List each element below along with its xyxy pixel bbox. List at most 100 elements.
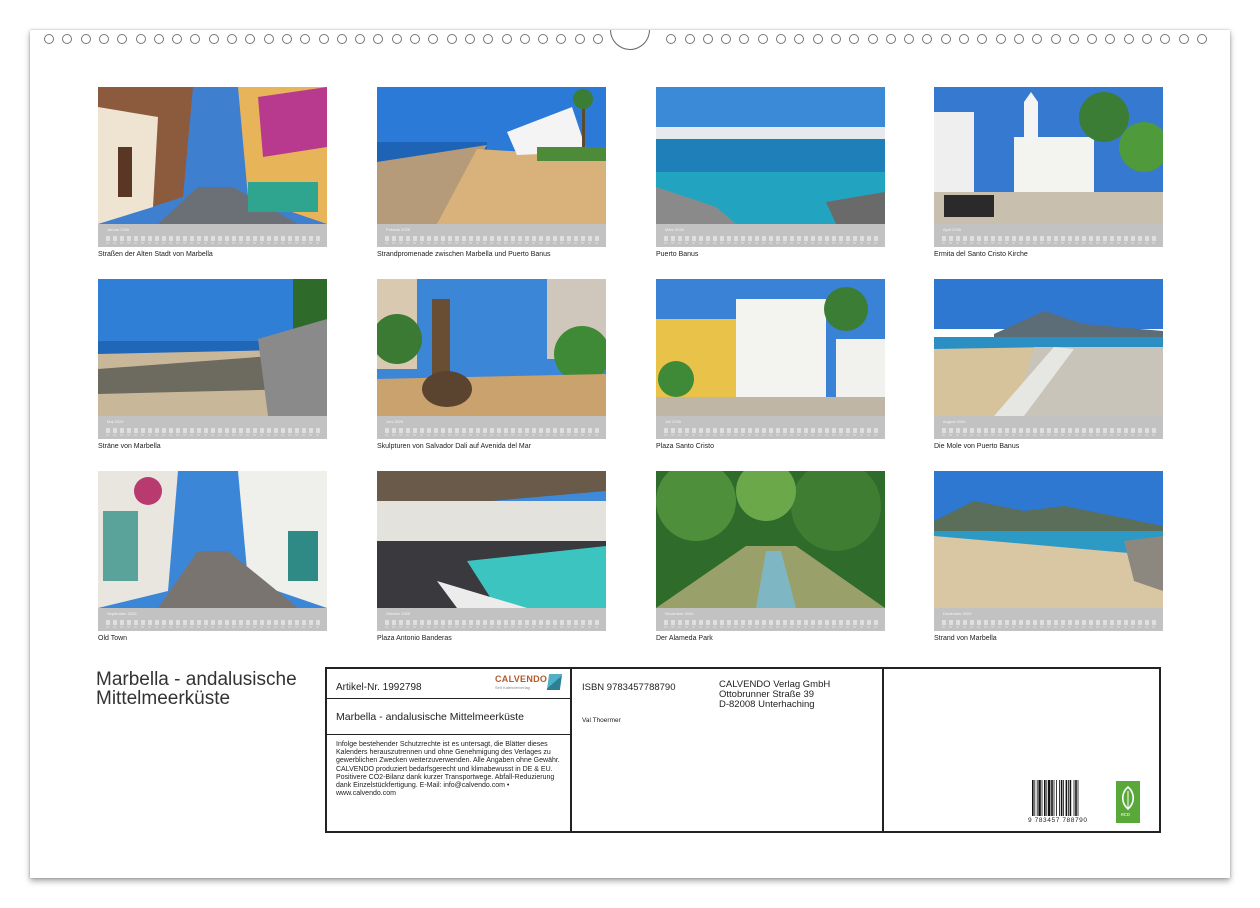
- binding-hole: [245, 34, 256, 44]
- publisher-address: CALVENDO Verlag GmbH Ottobrunner Straße …: [719, 679, 831, 711]
- photo-promenade: [377, 87, 606, 224]
- binding-hole: [959, 34, 969, 44]
- article-number: Artikel-Nr. 1992798: [336, 682, 422, 693]
- binding-hole: [190, 34, 201, 44]
- month-label: November 2026: [665, 611, 694, 616]
- binding-hole: [666, 34, 677, 44]
- month-thumbnail: Dezember 2026 Strand von Marbella: [934, 471, 1163, 642]
- binding-hole: [1032, 34, 1043, 44]
- binding-hole: [153, 34, 164, 44]
- photo-old-town-alley: [98, 471, 327, 608]
- photo-caption: Skulpturen von Salvador Dali auf Avenida…: [377, 443, 531, 450]
- info-column-middle: ISBN 9783457788790 CALVENDO Verlag GmbH …: [572, 669, 884, 831]
- binding-hole: [757, 34, 768, 44]
- photo-caption: Die Mole von Puerto Banus: [934, 443, 1020, 450]
- author-name: Val Thoermer: [582, 717, 621, 724]
- product-info-box: Artikel-Nr. 1992798 CALVENDO Seit Kalend…: [325, 667, 1161, 833]
- binding-hole: [98, 34, 109, 44]
- photo-caption: Plaza Antonio Banderas: [377, 635, 452, 642]
- photo-caption: Straßen der Alten Stadt von Marbella: [98, 251, 213, 258]
- binding-hole: [538, 34, 549, 44]
- binding-hole: [391, 34, 402, 44]
- binding-hole: [812, 34, 823, 44]
- binding-hole: [1105, 34, 1116, 44]
- photo-alameda-park: [656, 471, 885, 608]
- binding-hole: [355, 34, 366, 44]
- photo-dali-sculpture: [377, 279, 606, 416]
- month-label: März 2026: [665, 227, 684, 232]
- month-thumbnail: Februar 2026 Strandpromenade zwischen Ma…: [377, 87, 606, 258]
- binding-hole: [867, 34, 878, 44]
- binding-hole: [44, 34, 54, 44]
- photo-ermita-church: [934, 87, 1163, 224]
- month-thumbnail: April 2026 Ermita del Santo Cristo Kirch…: [934, 87, 1163, 258]
- month-label: Dezember 2026: [943, 611, 972, 616]
- binding-hole: [556, 34, 567, 44]
- binding-hole: [336, 34, 347, 44]
- binding-hole: [593, 34, 603, 44]
- binding-hole: [410, 34, 420, 44]
- binding-hole: [940, 34, 951, 44]
- month-thumbnail: Januar 2026 Straßen der Alten Stadt von …: [98, 87, 327, 258]
- binding-hole: [1178, 34, 1189, 44]
- month-label: Juni 2026: [386, 419, 404, 424]
- binding-hole: [1196, 34, 1207, 44]
- binding-hole: [464, 34, 475, 44]
- binding-hole: [1087, 34, 1098, 44]
- month-label: Juli 2026: [665, 419, 682, 424]
- binding-hole: [721, 34, 732, 44]
- binding-hole: [995, 34, 1006, 44]
- binding-hole: [80, 34, 91, 44]
- calvendo-logo: CALVENDO Seit Kalenderverlag: [495, 674, 565, 696]
- calvendo-logo-mark-icon: [546, 674, 563, 690]
- month-label: September 2026: [107, 611, 137, 616]
- barcode: 9 783457 788790: [1028, 780, 1098, 826]
- month-label: April 2026: [943, 227, 962, 232]
- month-label: Januar 2026: [107, 227, 130, 232]
- binding-hole: [849, 34, 860, 44]
- binding-hole: [1160, 34, 1171, 44]
- month-thumbnail: Juli 2026 Plaza Santo Cristo: [656, 279, 885, 450]
- binding-hole: [227, 34, 237, 44]
- binding-hole: [1123, 34, 1134, 44]
- binding-hole: [739, 34, 750, 44]
- photo-caption: Strandpromenade zwischen Marbella und Pu…: [377, 251, 551, 258]
- month-thumbnail: März 2026 Puerto Banus: [656, 87, 885, 258]
- binding-hole: [519, 34, 530, 44]
- photo-mole-puerto-banus: [934, 279, 1163, 416]
- binding-hole: [977, 34, 988, 44]
- binding-hole: [483, 34, 494, 44]
- product-title: Marbella - andalusische Mittelmeerküste: [336, 711, 524, 723]
- binding-hole: [428, 34, 439, 44]
- binding-hole: [684, 34, 695, 44]
- binding-hole: [300, 34, 311, 44]
- binding-hole: [135, 34, 146, 44]
- binding-hole: [1050, 34, 1061, 44]
- photo-caption: Old Town: [98, 635, 128, 642]
- info-column-right: 9 783457 788790 eco: [884, 669, 1159, 831]
- photo-beach-marbella: [934, 471, 1163, 608]
- month-thumbnail: September 2026 Old Town: [98, 471, 327, 642]
- binding-hole: [830, 34, 841, 44]
- binding-hole: [263, 34, 274, 44]
- month-thumbnail: November 2026 Der Alameda Park: [656, 471, 885, 642]
- photo-puerto-banus: [656, 87, 885, 224]
- month-thumbnail: Oktober 2026 Plaza Antonio Banderas: [377, 471, 606, 642]
- photo-plaza-santo-cristo: [656, 279, 885, 416]
- leaf-icon: [1121, 785, 1135, 811]
- month-thumbnail: Juni 2026 Skulpturen von Salvador Dali a…: [377, 279, 606, 450]
- binding-hole: [574, 34, 585, 44]
- legal-notice: Infolge bestehender Schutzrechte ist es …: [336, 741, 560, 798]
- binding-hole: [172, 34, 183, 44]
- photo-old-town-street: [98, 87, 327, 224]
- photo-caption: Plaza Santo Cristo: [656, 443, 714, 450]
- photo-caption: Strand von Marbella: [934, 635, 997, 642]
- binding-hole: [1068, 34, 1079, 44]
- barcode-number: 9 783457 788790: [1028, 817, 1088, 824]
- isbn: ISBN 9783457788790: [582, 682, 676, 693]
- photo-plaza-antonio-banderas: [377, 471, 606, 608]
- binding-hole: [776, 34, 786, 44]
- barcode-icon: [1032, 780, 1079, 816]
- month-label: August 2026: [943, 419, 966, 424]
- binding-hole: [62, 34, 73, 44]
